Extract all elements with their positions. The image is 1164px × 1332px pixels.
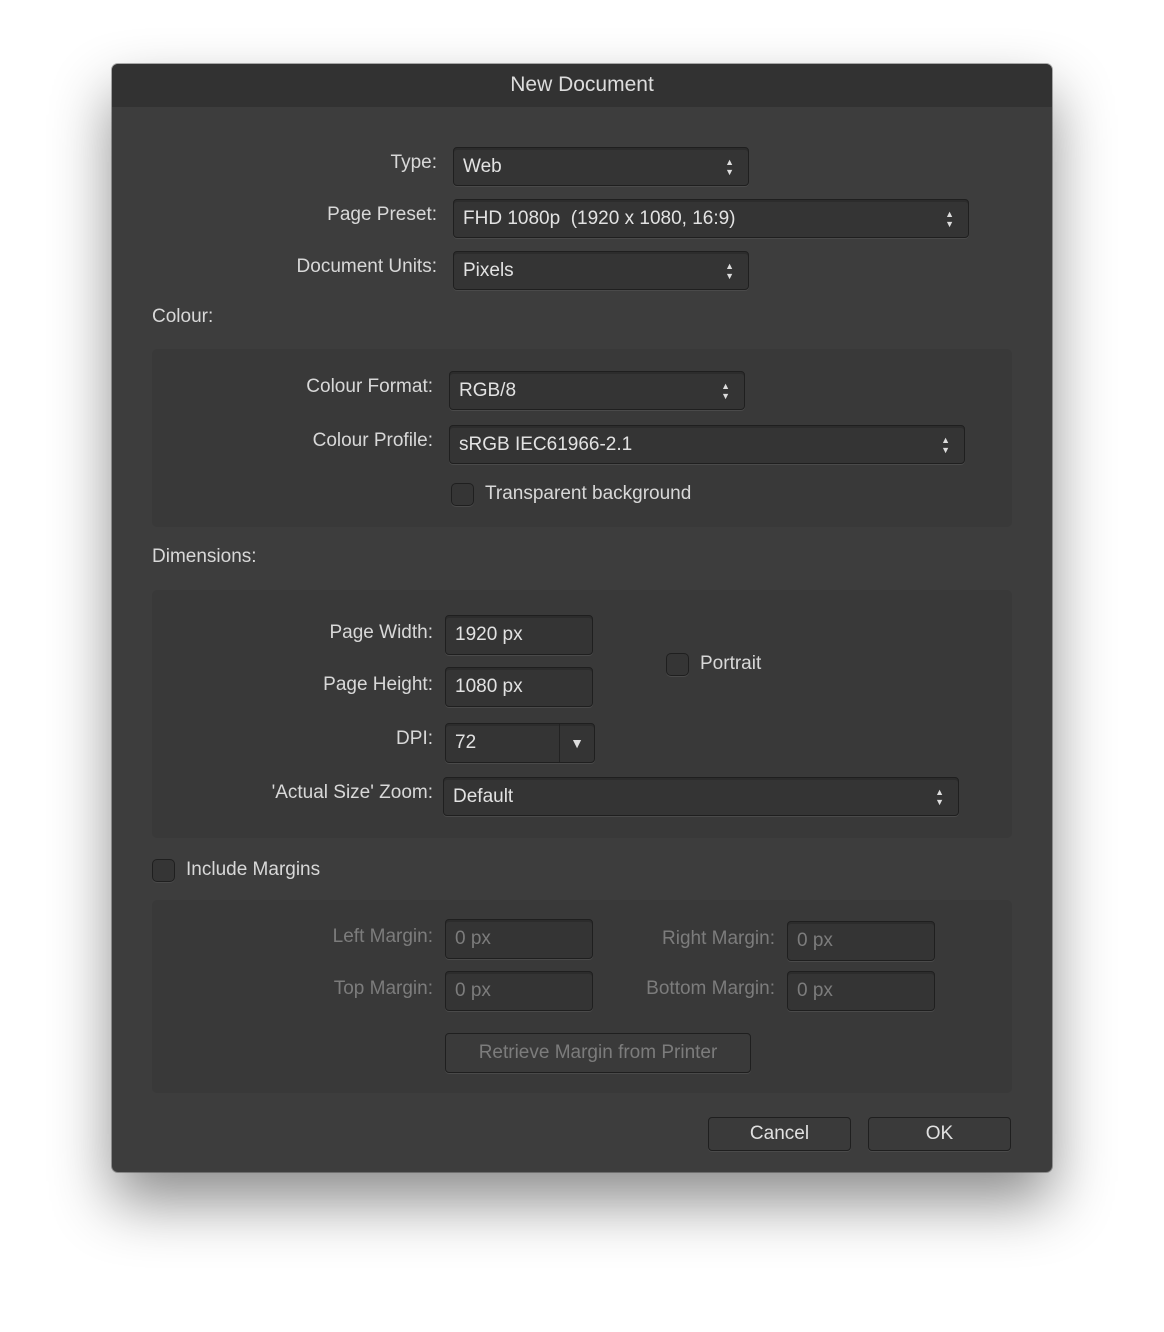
units-value: Pixels xyxy=(463,259,514,281)
stepper-arrows-icon: ▲ ▼ xyxy=(721,380,730,401)
dpi-combobox[interactable]: 72 ▼ xyxy=(445,723,595,763)
type-value: Web xyxy=(463,155,502,177)
portrait-checkbox[interactable] xyxy=(666,653,689,676)
dpi-label: DPI: xyxy=(396,728,433,749)
dimensions-heading: Dimensions: xyxy=(152,546,257,567)
actual-size-zoom-select[interactable]: Default ▲ ▼ xyxy=(443,777,959,816)
colour-profile-value: sRGB IEC61966-2.1 xyxy=(459,433,633,455)
page-height-label: Page Height: xyxy=(323,674,433,695)
include-margins-checkbox[interactable] xyxy=(152,859,175,882)
stepper-arrows-icon: ▲ ▼ xyxy=(935,786,944,807)
bottom-margin-label: Bottom Margin: xyxy=(646,978,775,999)
left-margin-label: Left Margin: xyxy=(332,926,433,947)
transparent-background-checkbox[interactable] xyxy=(451,483,474,506)
ok-button[interactable]: OK xyxy=(868,1117,1011,1151)
stepper-arrows-icon: ▲ ▼ xyxy=(941,434,950,455)
colour-format-select[interactable]: RGB/8 ▲ ▼ xyxy=(449,371,745,410)
stepper-arrows-icon: ▲ ▼ xyxy=(725,156,734,177)
right-margin-input[interactable]: 0 px xyxy=(787,921,935,961)
dialog-title: New Document xyxy=(112,64,1052,107)
top-margin-label: Top Margin: xyxy=(333,978,433,999)
type-label: Type: xyxy=(390,152,437,173)
colour-profile-select[interactable]: sRGB IEC61966-2.1 ▲ ▼ xyxy=(449,425,965,464)
page-height-input[interactable]: 1080 px xyxy=(445,667,593,707)
colour-format-value: RGB/8 xyxy=(459,379,517,401)
colour-profile-label: Colour Profile: xyxy=(312,430,433,451)
stepper-arrows-icon: ▲ ▼ xyxy=(945,208,954,229)
top-margin-input[interactable]: 0 px xyxy=(445,971,593,1011)
bottom-margin-input[interactable]: 0 px xyxy=(787,971,935,1011)
colour-format-label: Colour Format: xyxy=(306,376,433,397)
type-select[interactable]: Web ▲ ▼ xyxy=(453,147,749,186)
retrieve-margin-button[interactable]: Retrieve Margin from Printer xyxy=(445,1033,751,1073)
portrait-label[interactable]: Portrait xyxy=(700,653,761,675)
page-preset-label: Page Preset: xyxy=(327,204,437,225)
document-units-label: Document Units: xyxy=(296,256,437,277)
right-margin-label: Right Margin: xyxy=(662,928,775,949)
colour-heading: Colour: xyxy=(152,306,214,327)
dpi-value: 72 xyxy=(455,732,477,753)
page-width-input[interactable]: 1920 px xyxy=(445,615,593,655)
page-preset-value: FHD 1080p (1920 x 1080, 16:9) xyxy=(463,207,736,229)
page-width-label: Page Width: xyxy=(329,622,434,643)
cancel-button[interactable]: Cancel xyxy=(708,1117,851,1151)
actual-size-zoom-label: 'Actual Size' Zoom: xyxy=(271,782,433,803)
left-margin-input[interactable]: 0 px xyxy=(445,919,593,959)
page-preset-select[interactable]: FHD 1080p (1920 x 1080, 16:9) ▲ ▼ xyxy=(453,199,969,238)
dropdown-arrow-icon[interactable]: ▼ xyxy=(559,724,594,762)
include-margins-label[interactable]: Include Margins xyxy=(186,859,320,881)
document-units-select[interactable]: Pixels ▲ ▼ xyxy=(453,251,749,290)
zoom-value: Default xyxy=(453,785,514,807)
stepper-arrows-icon: ▲ ▼ xyxy=(725,260,734,281)
transparent-background-label[interactable]: Transparent background xyxy=(485,483,691,505)
